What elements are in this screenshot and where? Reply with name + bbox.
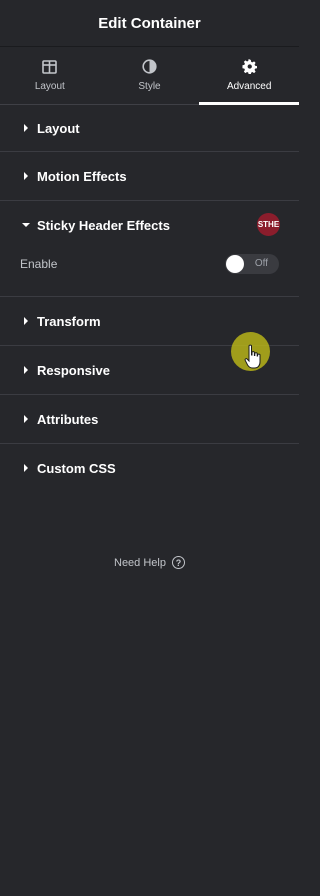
section-custom-css-header[interactable]: Custom CSS: [0, 444, 299, 492]
tab-advanced-label: Advanced: [226, 81, 272, 92]
section-motion-effects-title: Motion Effects: [37, 168, 127, 184]
tab-layout[interactable]: Layout: [0, 47, 100, 104]
panel-title: Edit Container: [98, 14, 201, 32]
panel-header: Edit Container: [0, 0, 299, 47]
toggle-state: Off: [254, 258, 268, 269]
caret-right-icon: [21, 171, 31, 181]
caret-right-icon: [21, 316, 31, 326]
section-custom-css-title: Custom CSS: [37, 460, 116, 476]
section-motion-effects: Motion Effects: [0, 152, 299, 201]
gear-icon: [242, 59, 257, 74]
columns-icon: [42, 59, 58, 74]
need-help-link[interactable]: Need Help ?: [0, 556, 299, 569]
caret-down-icon: [21, 220, 31, 230]
tab-style[interactable]: Style: [100, 47, 200, 104]
tab-advanced[interactable]: Advanced: [199, 47, 299, 105]
advanced-sections: Layout Motion Effects Sticky Header Effe…: [0, 105, 299, 492]
caret-right-icon: [21, 463, 31, 473]
caret-right-icon: [21, 365, 31, 375]
section-layout: Layout: [0, 105, 299, 152]
tab-style-label: Style: [138, 81, 161, 92]
panel-tabs: Layout Style Advanced: [0, 47, 299, 105]
contrast-icon: [142, 59, 157, 74]
section-layout-title: Layout: [37, 120, 80, 136]
section-sticky-header-effects: Sticky Header Effects STHE Enable Off: [0, 201, 299, 297]
section-attributes-header[interactable]: Attributes: [0, 395, 299, 443]
enable-label: Enable: [20, 257, 58, 271]
section-attributes: Attributes: [0, 395, 299, 444]
section-motion-effects-header[interactable]: Motion Effects: [0, 152, 299, 200]
section-transform-title: Transform: [37, 313, 101, 329]
enable-control: Enable Off: [0, 244, 299, 284]
section-layout-header[interactable]: Layout: [0, 105, 299, 151]
caret-right-icon: [21, 123, 31, 133]
caret-right-icon: [21, 414, 31, 424]
enable-toggle[interactable]: Off: [225, 254, 279, 274]
hand-pointer-icon: [244, 344, 262, 375]
toggle-knob: [226, 255, 244, 273]
plugin-badge: STHE: [257, 213, 280, 236]
section-sticky-header-header[interactable]: Sticky Header Effects: [0, 201, 299, 249]
section-attributes-title: Attributes: [37, 411, 99, 427]
section-custom-css: Custom CSS: [0, 444, 299, 492]
tab-layout-label: Layout: [34, 80, 65, 92]
section-sticky-header-title: Sticky Header Effects: [37, 217, 170, 233]
section-responsive-title: Responsive: [37, 362, 110, 378]
need-help-label: Need Help: [114, 556, 166, 569]
question-icon: ?: [171, 556, 185, 569]
